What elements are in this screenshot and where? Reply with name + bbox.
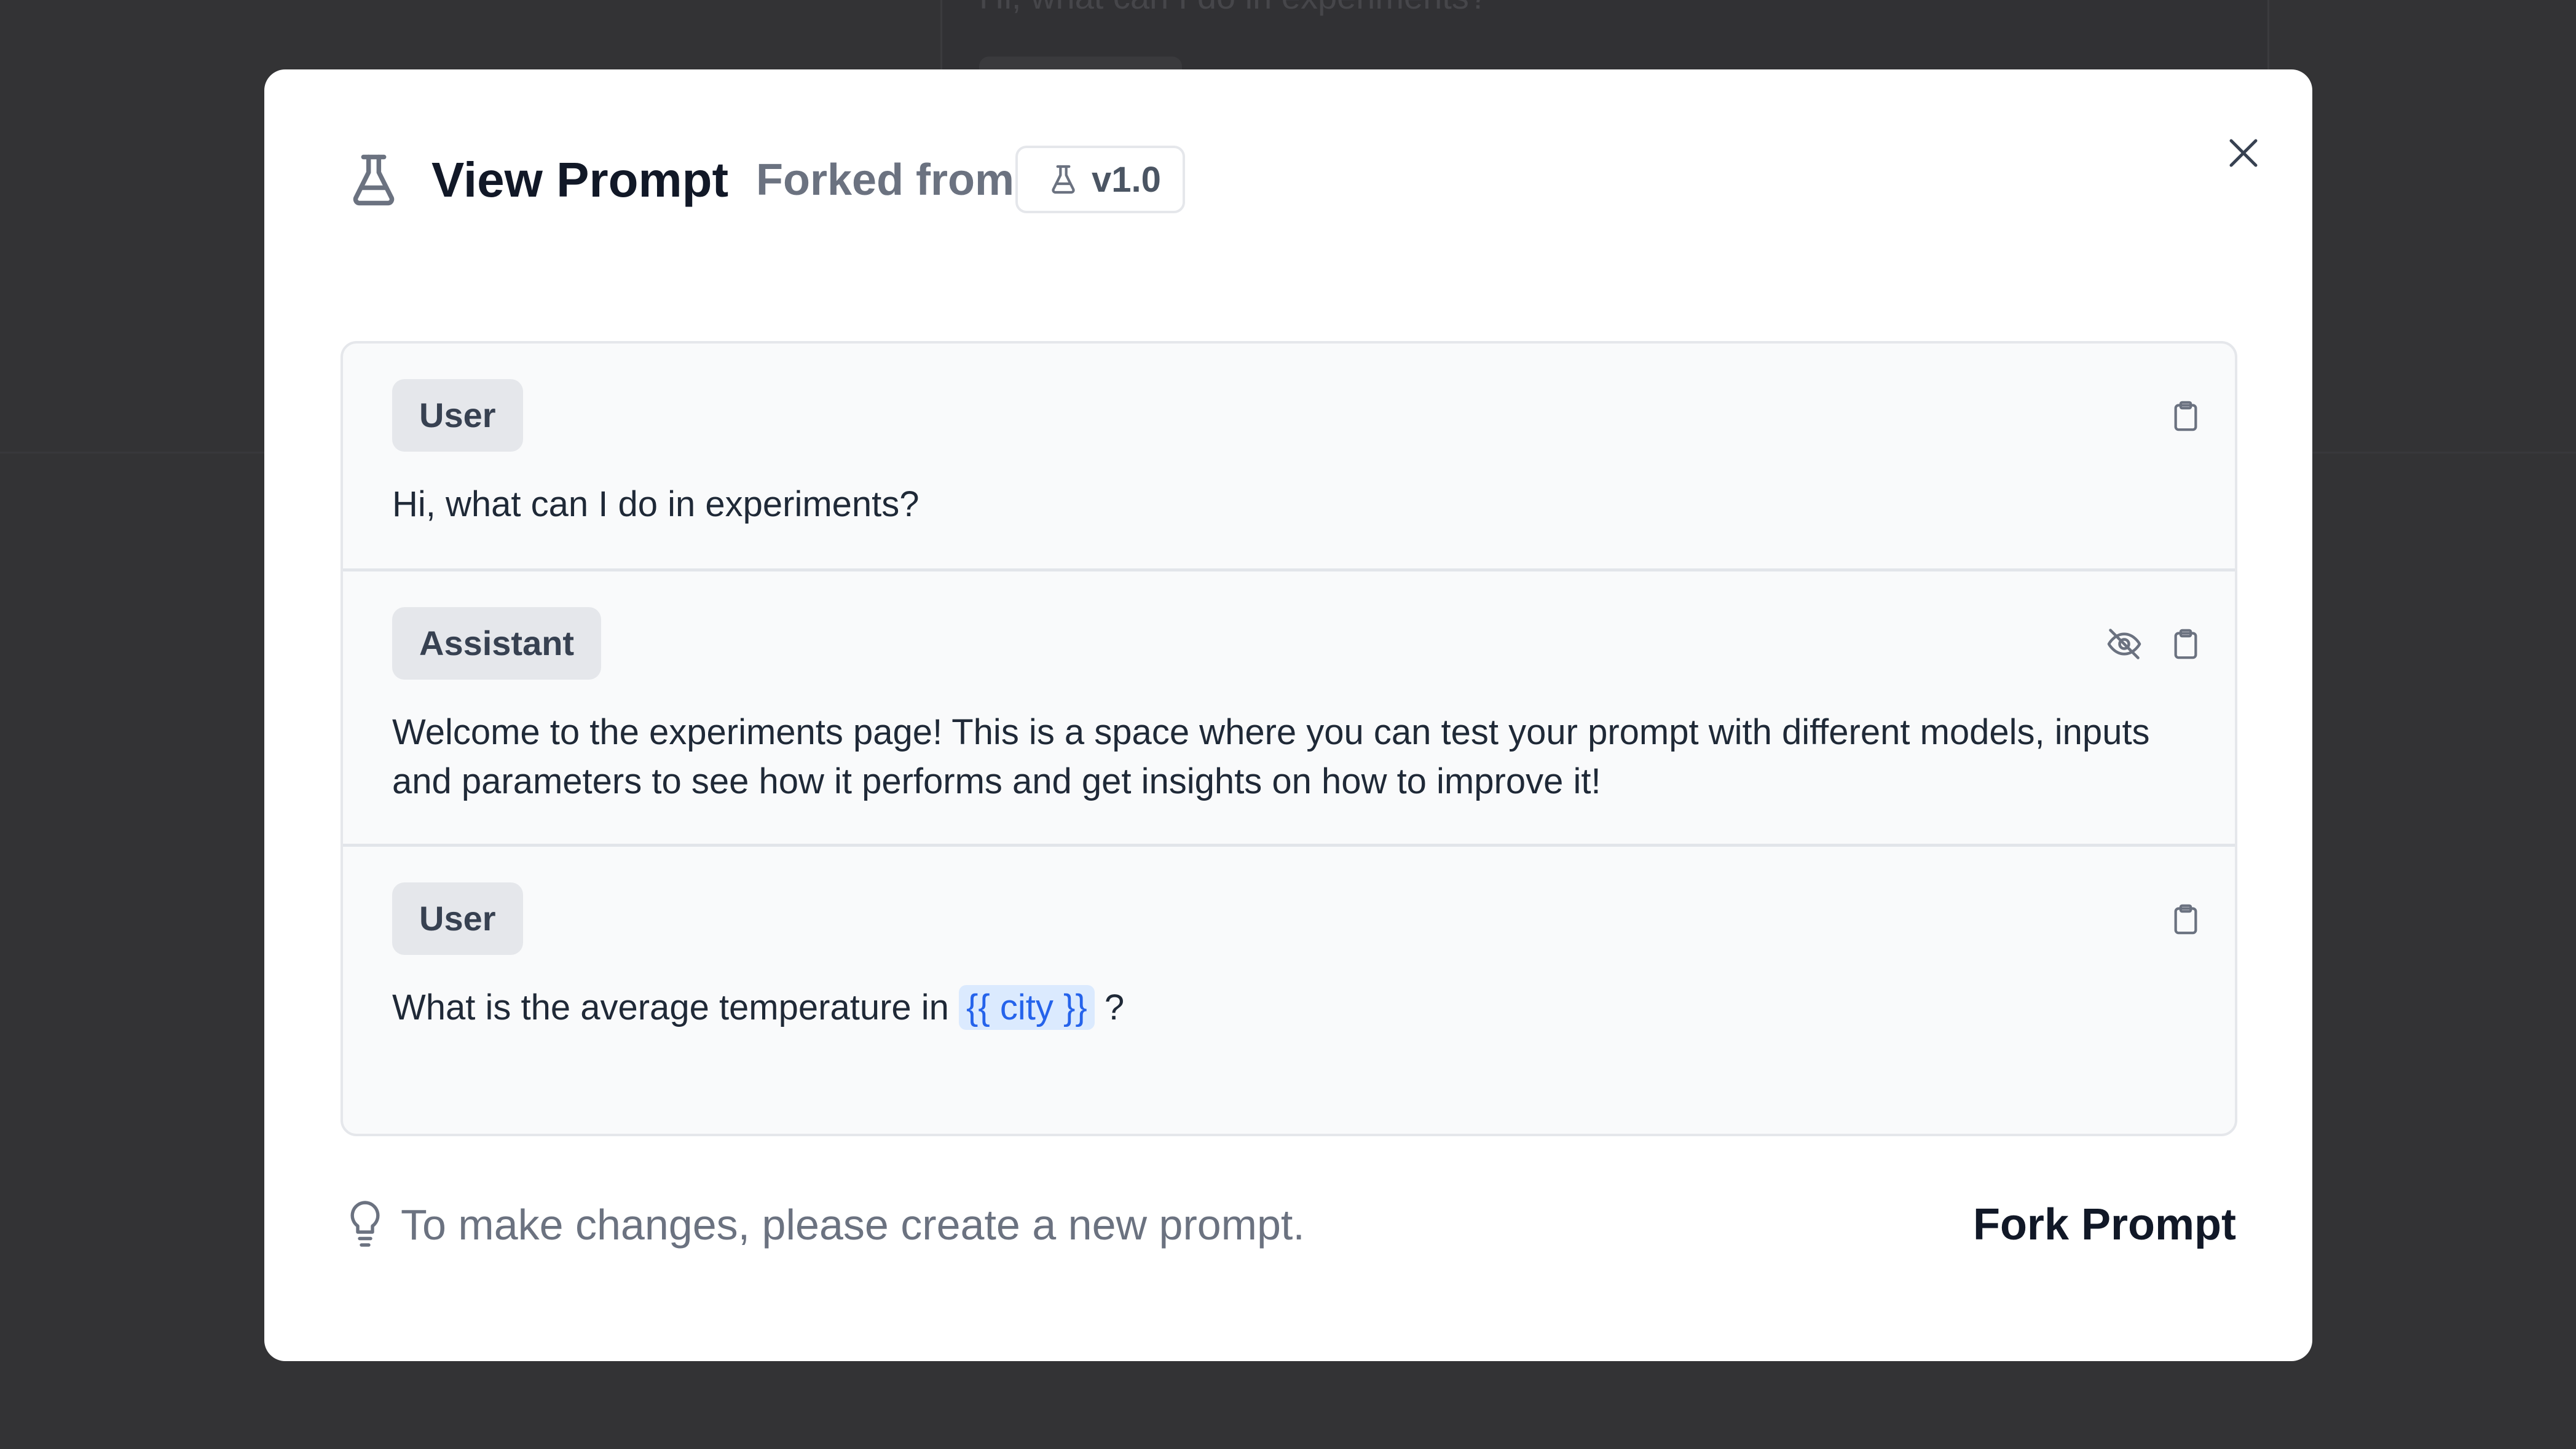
flask-icon <box>353 154 395 206</box>
view-prompt-modal: View Prompt Forked from v1.0 User Hi, wh… <box>264 69 2312 1361</box>
role-badge-user: User <box>392 379 523 452</box>
message-text-after: ? <box>1104 988 1125 1027</box>
copy-button[interactable] <box>2165 898 2207 940</box>
role-badge-user: User <box>392 882 523 955</box>
fork-prompt-button[interactable]: Fork Prompt <box>1924 1187 2256 1263</box>
hide-message-button[interactable] <box>2103 623 2145 665</box>
forked-version-label: v1.0 <box>1092 159 1161 200</box>
eye-off-icon <box>2107 629 2141 659</box>
message-item: User Hi, what can I do in experiments? <box>343 344 2235 568</box>
message-item: User What is the average temperature in … <box>343 844 2235 1134</box>
close-icon <box>2229 139 2258 167</box>
clipboard-icon <box>2174 904 2197 935</box>
template-variable-chip: {{ city }} <box>959 985 1095 1030</box>
role-badge-assistant: Assistant <box>392 607 602 680</box>
message-item: Assistant Welcome to the experiments pag… <box>343 568 2235 844</box>
background-message-text: Hi, what can I do in experiments? <box>979 0 1488 17</box>
message-text: Welcome to the experiments page! This is… <box>392 712 2150 801</box>
close-button[interactable] <box>2213 122 2274 184</box>
footer-hint-text: To make changes, please create a new pro… <box>401 1201 1305 1249</box>
message-text: Hi, what can I do in experiments? <box>392 484 920 524</box>
clipboard-icon <box>2174 401 2197 431</box>
flask-icon <box>1052 165 1075 194</box>
forked-from-label: Forked from <box>756 155 1015 205</box>
lightbulb-icon <box>350 1201 380 1247</box>
forked-version-badge[interactable]: v1.0 <box>1015 146 1185 213</box>
prompt-messages-list: User Hi, what can I do in experiments? A… <box>341 341 2237 1136</box>
clipboard-icon <box>2174 629 2197 659</box>
message-text: What is the average temperature in {{ ci… <box>392 983 2150 1032</box>
modal-title: View Prompt <box>431 152 729 207</box>
message-text-before: What is the average temperature in <box>392 988 949 1027</box>
copy-button[interactable] <box>2165 623 2207 665</box>
copy-button[interactable] <box>2165 395 2207 437</box>
